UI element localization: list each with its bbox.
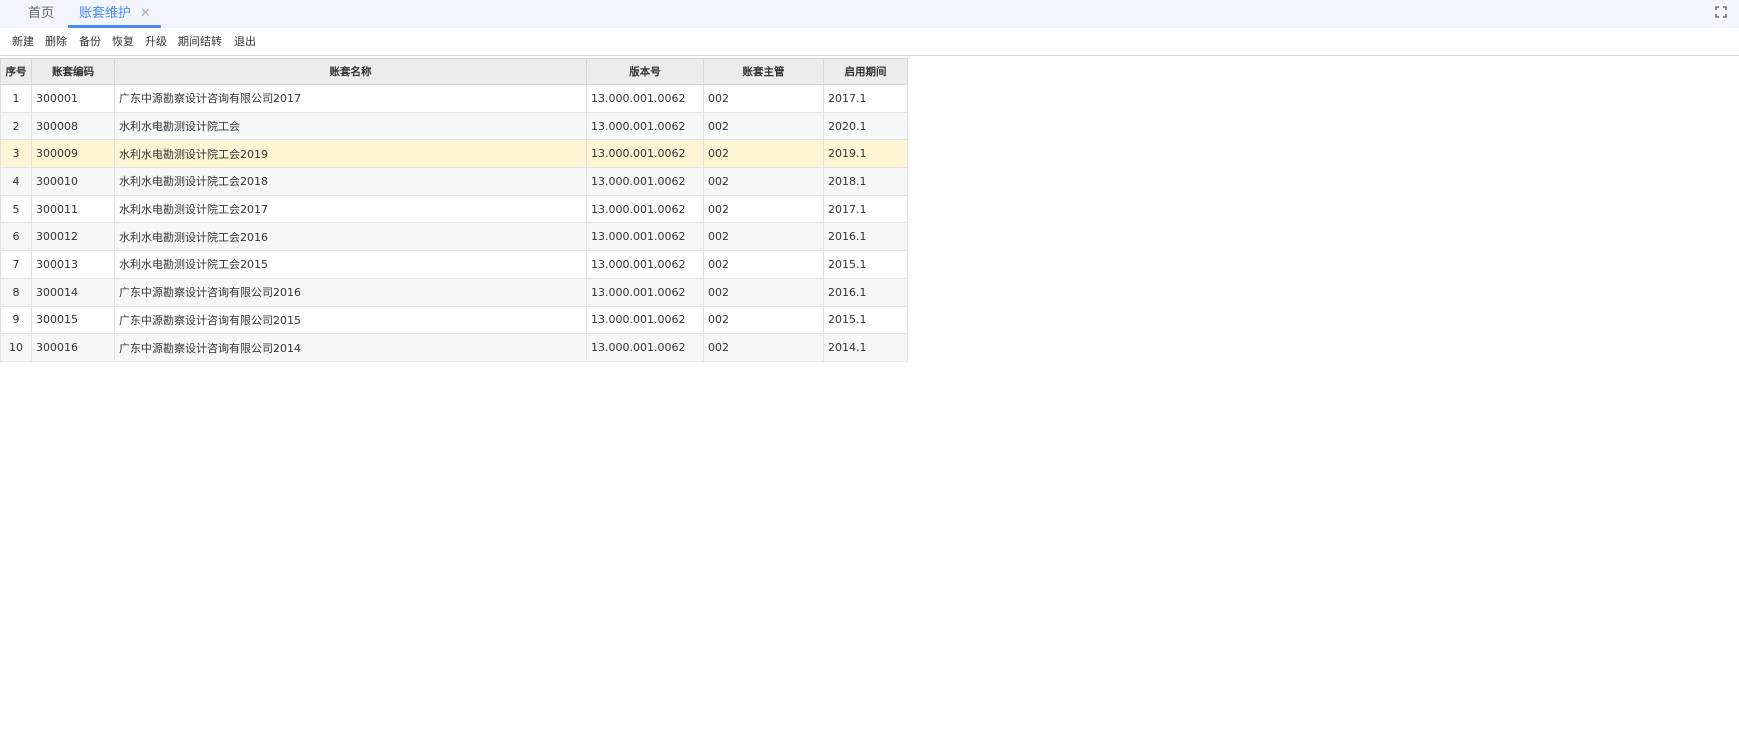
table-cell: 3 [0, 139, 32, 169]
table-cell: 2014.1 [823, 333, 908, 362]
table-cell: 13.000.001.0062 [586, 167, 704, 196]
table-cell: 13.000.001.0062 [586, 222, 704, 252]
table-cell: 002 [703, 333, 824, 362]
table-cell: 8 [0, 277, 32, 307]
column-header[interactable]: 序号 [0, 58, 32, 85]
table-cell: 13.000.001.0062 [586, 194, 704, 224]
table-cell: 300015 [31, 305, 115, 335]
table-row[interactable]: 4 300010 水利水电勘测设计院工会2018 13.000.001.0062 002… [0, 167, 908, 196]
table-cell: 4 [0, 167, 32, 196]
period-close-button[interactable]: 期间结转 [178, 28, 222, 56]
table-cell: 1 [0, 84, 32, 113]
close-icon[interactable]: ✕ [140, 0, 151, 28]
table-cell: 2015.1 [823, 250, 908, 279]
account-set-table: 序号 账套编码 账套名称 版本号 账套主管 启用期间 1 300001 广东中源勘察… [0, 58, 908, 362]
table-cell: 水利水电勘测设计院工会2016 [114, 222, 587, 252]
table-cell: 300011 [31, 194, 115, 224]
table-cell: 13.000.001.0062 [586, 277, 704, 307]
table-cell: 13.000.001.0062 [586, 111, 704, 141]
table-cell: 300016 [31, 333, 115, 362]
table-cell: 13.000.001.0062 [586, 333, 704, 362]
table-cell: 2020.1 [823, 111, 908, 141]
column-header[interactable]: 版本号 [586, 58, 704, 85]
table-header-row: 序号 账套编码 账套名称 版本号 账套主管 启用期间 [0, 58, 908, 85]
column-header[interactable]: 账套主管 [703, 58, 824, 85]
table-row[interactable]: 8 300014 广东中源勘察设计咨询有限公司2016 13.000.001.0062… [0, 277, 908, 307]
table-cell: 水利水电勘测设计院工会2015 [114, 250, 587, 279]
table-cell: 2017.1 [823, 84, 908, 113]
table-cell: 13.000.001.0062 [586, 250, 704, 279]
tab-home-label: 首页 [28, 6, 55, 21]
table-cell: 2018.1 [823, 167, 908, 196]
column-header[interactable]: 账套编码 [31, 58, 115, 85]
tab-bar: 首页 账套维护 ✕ [0, 0, 1739, 28]
table-row[interactable]: 7 300013 水利水电勘测设计院工会2015 13.000.001.0062 002… [0, 250, 908, 279]
table-cell: 002 [703, 167, 824, 196]
table-cell: 6 [0, 222, 32, 252]
table-cell: 002 [703, 222, 824, 252]
table-cell: 2019.1 [823, 139, 908, 169]
column-header[interactable]: 启用期间 [823, 58, 908, 85]
exit-button[interactable]: 退出 [234, 28, 256, 56]
table-cell: 10 [0, 333, 32, 362]
tab-home[interactable]: 首页 [28, 0, 54, 28]
backup-button[interactable]: 备份 [79, 28, 101, 56]
table-cell: 水利水电勘测设计院工会2017 [114, 194, 587, 224]
table-cell: 13.000.001.0062 [586, 84, 704, 113]
tab-account-maintenance-label: 账套维护 [79, 6, 132, 21]
table-cell: 002 [703, 194, 824, 224]
table-cell: 13.000.001.0062 [586, 305, 704, 335]
table-cell: 水利水电勘测设计院工会 [114, 111, 587, 141]
table-row[interactable]: 6 300012 水利水电勘测设计院工会2016 13.000.001.0062 002… [0, 222, 908, 252]
fullscreen-icon[interactable] [1715, 6, 1727, 18]
table-cell: 300012 [31, 222, 115, 252]
table-cell: 2017.1 [823, 194, 908, 224]
table-cell: 300013 [31, 250, 115, 279]
table-row[interactable]: 5 300011 水利水电勘测设计院工会2017 13.000.001.0062 002… [0, 194, 908, 224]
tab-account-maintenance[interactable]: 账套维护 ✕ [68, 0, 161, 28]
column-header[interactable]: 账套名称 [114, 58, 587, 85]
table-cell: 300009 [31, 139, 115, 169]
table-cell: 5 [0, 194, 32, 224]
table-cell: 002 [703, 111, 824, 141]
table-cell: 水利水电勘测设计院工会2018 [114, 167, 587, 196]
table-cell: 13.000.001.0062 [586, 139, 704, 169]
table-cell: 300008 [31, 111, 115, 141]
table-row[interactable]: 1 300001 广东中源勘察设计咨询有限公司2017 13.000.001.0062… [0, 84, 908, 113]
table-cell: 300001 [31, 84, 115, 113]
table-cell: 002 [703, 305, 824, 335]
table-cell: 广东中源勘察设计咨询有限公司2014 [114, 333, 587, 362]
delete-button[interactable]: 删除 [45, 28, 67, 56]
table-cell: 300010 [31, 167, 115, 196]
toolbar: 新建 删除 备份 恢复 升级 期间结转 退出 [0, 28, 1739, 56]
table-cell: 2 [0, 111, 32, 141]
table-cell: 002 [703, 84, 824, 113]
table-cell: 002 [703, 250, 824, 279]
table-cell: 广东中源勘察设计咨询有限公司2015 [114, 305, 587, 335]
table-row[interactable]: 9 300015 广东中源勘察设计咨询有限公司2015 13.000.001.0062… [0, 305, 908, 335]
table-cell: 002 [703, 139, 824, 169]
table-cell: 9 [0, 305, 32, 335]
table-cell: 7 [0, 250, 32, 279]
upgrade-button[interactable]: 升级 [145, 28, 167, 56]
table-cell: 002 [703, 277, 824, 307]
table-cell: 300014 [31, 277, 115, 307]
restore-button[interactable]: 恢复 [112, 28, 134, 56]
new-button[interactable]: 新建 [12, 28, 34, 56]
table-cell: 广东中源勘察设计咨询有限公司2017 [114, 84, 587, 113]
table-row[interactable]: 2 300008 水利水电勘测设计院工会 13.000.001.0062 002 2020… [0, 111, 908, 141]
table-cell: 水利水电勘测设计院工会2019 [114, 139, 587, 169]
table-body: 1 300001 广东中源勘察设计咨询有限公司2017 13.000.001.0062… [0, 84, 908, 362]
table-cell: 2015.1 [823, 305, 908, 335]
table-row[interactable]: 10 300016 广东中源勘察设计咨询有限公司2014 13.000.001.006… [0, 333, 908, 362]
table-row[interactable]: 3 300009 水利水电勘测设计院工会2019 13.000.001.0062 002… [0, 139, 908, 169]
table-cell: 2016.1 [823, 222, 908, 252]
table-cell: 广东中源勘察设计咨询有限公司2016 [114, 277, 587, 307]
table-cell: 2016.1 [823, 277, 908, 307]
